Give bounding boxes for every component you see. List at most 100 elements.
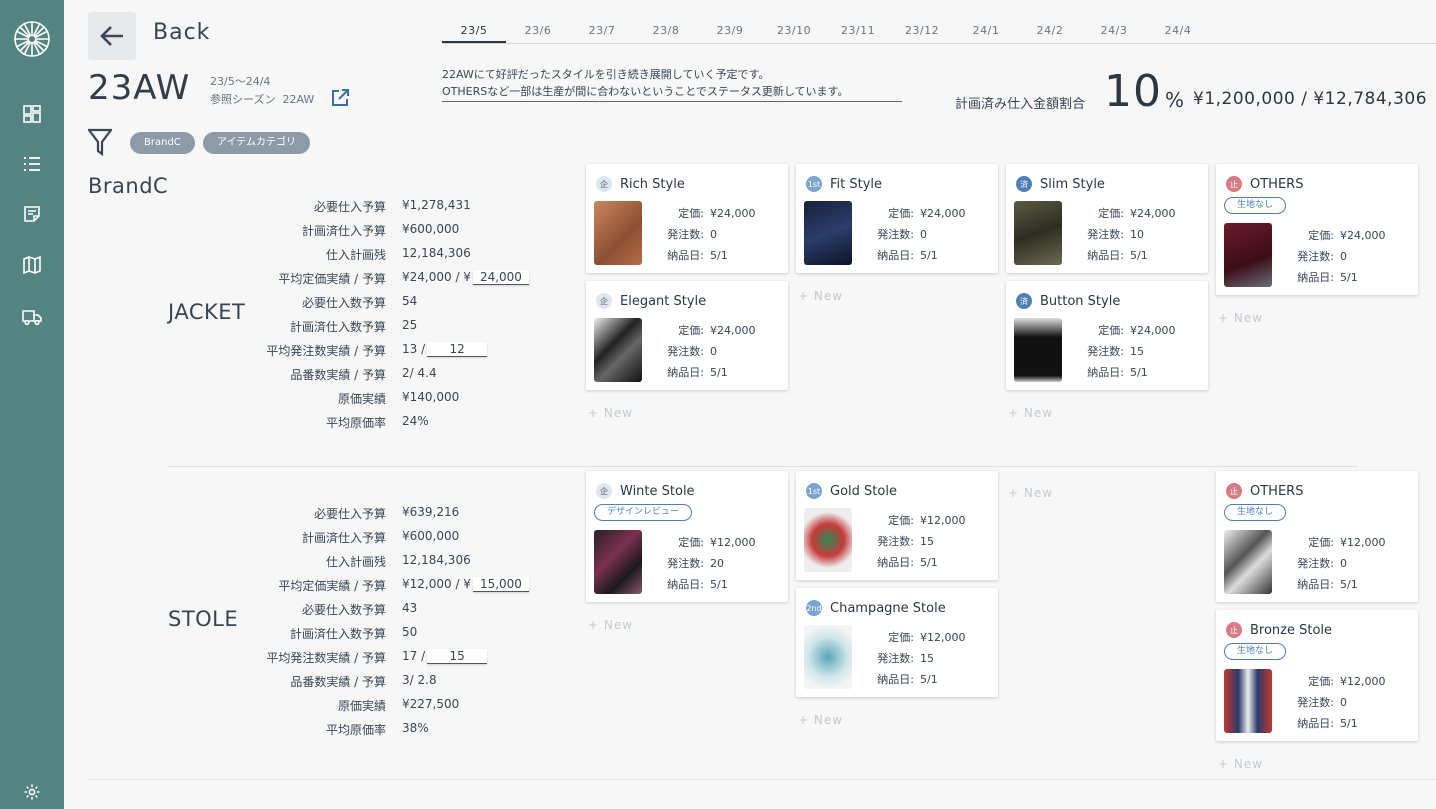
month-tab[interactable]: 24/3 [1082, 24, 1146, 37]
stat-label: 計画済仕入予算 [301, 224, 386, 238]
product-image [594, 530, 642, 594]
arrow-left-icon [100, 26, 123, 46]
stat-label: 平均原価率 [325, 416, 386, 430]
new-card-link[interactable]: + New [1218, 757, 1263, 771]
new-card-link[interactable]: + New [798, 289, 843, 303]
style-card[interactable]: 済 Slim Style 定価: ¥24,000 発注数: 10 納品日: 5/1 [1006, 164, 1208, 273]
month-tab[interactable]: 23/7 [570, 24, 634, 37]
style-card[interactable]: 済 Button Style 定価: ¥24,000 発注数: 15 納品日: 5/1 [1006, 281, 1208, 390]
card-field-orders: 発注数: 0 [1284, 248, 1347, 264]
field-value: ¥12,000 [920, 514, 966, 527]
month-tab[interactable]: 23/8 [634, 24, 698, 37]
back-button[interactable] [88, 12, 136, 60]
new-card-link[interactable]: + New [1008, 406, 1053, 420]
settings-gear-icon[interactable] [20, 780, 44, 804]
style-name: Champagne Stole [830, 600, 946, 616]
field-value: 0 [1340, 250, 1347, 263]
style-card[interactable]: 1st Fit Style 定価: ¥24,000 発注数: 0 納品日: 5/1 [796, 164, 998, 273]
status-badge: 2nd [806, 600, 822, 616]
field-value: 5/1 [1130, 366, 1148, 379]
stat-value: ¥140,000 [402, 390, 459, 404]
status-tag[interactable]: デザインレビュー [594, 504, 693, 521]
style-name: Gold Stole [830, 483, 897, 499]
field-label: 定価: [888, 207, 914, 220]
reference-season-value: 22AW [282, 93, 315, 106]
stat-budget-input[interactable]: 15,000 [472, 577, 529, 592]
product-image [804, 625, 852, 689]
field-label: 定価: [1098, 207, 1124, 220]
style-card[interactable]: 2nd Champagne Stole 定価: ¥12,000 発注数: 15 納品日: 5/… [796, 588, 998, 697]
stat-value-text: ¥227,500 [402, 697, 460, 711]
logo-icon[interactable] [13, 20, 51, 58]
style-card[interactable]: 止 OTHERS 生地なし 定価: ¥12,000 発注数: 0 納品日: 5/1 [1216, 471, 1418, 602]
card-field-price: 定価: ¥24,000 [1284, 227, 1386, 243]
stat-budget-input[interactable]: 12 [427, 342, 488, 357]
field-value: ¥12,000 [1340, 675, 1386, 688]
stat-budget-input[interactable]: 24,000 [472, 270, 529, 285]
month-tab[interactable]: 23/5 [442, 24, 506, 43]
style-card[interactable]: 止 OTHERS 生地なし 定価: ¥24,000 発注数: 0 納品日: 5/1 [1216, 164, 1418, 295]
style-card[interactable]: 企 Rich Style 定価: ¥24,000 発注数: 0 納品日: 5/1 [586, 164, 788, 273]
stat-label: 必要仕入数予算 [301, 603, 386, 617]
status-tag[interactable]: 生地なし [1224, 197, 1287, 214]
style-card[interactable]: 1st Gold Stole 定価: ¥12,000 発注数: 15 納品日: 5/1 [796, 471, 998, 580]
status-tag[interactable]: 生地なし [1224, 504, 1287, 521]
month-tab[interactable]: 23/12 [890, 24, 954, 37]
field-value: 0 [710, 228, 717, 241]
field-label: 発注数: [877, 535, 914, 548]
season-memo[interactable]: 22AWにて好評だったスタイルを引き続き展開していく予定です。 OTHERSなど… [442, 66, 902, 102]
field-label: 発注数: [667, 557, 704, 570]
new-card-link[interactable]: + New [798, 713, 843, 727]
stat-value-text: 25 [402, 318, 418, 332]
field-value: 15 [920, 535, 934, 548]
new-card-link[interactable]: + New [1008, 486, 1053, 500]
field-value: 10 [1130, 228, 1144, 241]
style-card[interactable]: 企 Winte Stole デザインレビュー 定価: ¥12,000 発注数: 20 納品日:… [586, 471, 788, 602]
status-badge: 企 [596, 176, 612, 192]
dashboard-icon[interactable] [20, 102, 44, 126]
planned-ratio-value: 10 [1104, 66, 1162, 117]
back-label[interactable]: Back [153, 20, 210, 45]
stat-value-text: ¥600,000 [402, 222, 460, 236]
month-tab[interactable]: 23/9 [698, 24, 762, 37]
field-label: 定価: [1308, 536, 1334, 549]
external-link-icon[interactable] [330, 88, 350, 112]
field-value: 20 [710, 557, 724, 570]
field-label: 納品日: [1297, 271, 1334, 284]
month-tab[interactable]: 24/1 [954, 24, 1018, 37]
filter-chip-brand[interactable]: BrandC [130, 132, 195, 154]
field-value: ¥24,000 [1340, 229, 1386, 242]
stat-label: 平均発注数実績 / 予算 [266, 344, 386, 358]
month-tab[interactable]: 23/10 [762, 24, 826, 37]
status-tag[interactable]: 生地なし [1224, 643, 1287, 660]
stat-value-text: 24% [402, 414, 429, 428]
stat-value-text: 17 / [402, 649, 426, 663]
filter-icon[interactable] [86, 128, 114, 160]
truck-icon[interactable] [20, 305, 44, 329]
field-value: 0 [710, 345, 717, 358]
list-icon[interactable] [20, 152, 44, 176]
memo-line-2: OTHERSなど一部は生産が間に合わないということでステータス更新しています。 [442, 85, 849, 98]
card-field-price: 定価: ¥24,000 [864, 205, 965, 221]
stat-value: 50 [402, 625, 417, 639]
note-icon[interactable] [20, 202, 44, 226]
field-label: 発注数: [1297, 696, 1334, 709]
new-card-link[interactable]: + New [588, 406, 633, 420]
new-card-link[interactable]: + New [1218, 311, 1263, 325]
style-card[interactable]: 止 Bronze Stole 生地なし 定価: ¥12,000 発注数: 0 納品日: 5/1 [1216, 610, 1418, 741]
stat-budget-input[interactable]: 15 [427, 649, 488, 664]
stat-value-text: ¥12,000 / ¥ [402, 577, 471, 591]
map-icon[interactable] [20, 253, 44, 277]
field-label: 納品日: [1087, 366, 1124, 379]
month-tab[interactable]: 24/2 [1018, 24, 1082, 37]
style-card[interactable]: 企 Elegant Style 定価: ¥24,000 発注数: 0 納品日: 5/1 [586, 281, 788, 390]
field-value: 5/1 [710, 249, 728, 262]
new-card-link[interactable]: + New [588, 618, 633, 632]
field-label: 納品日: [1297, 717, 1334, 730]
month-tab[interactable]: 24/4 [1146, 24, 1210, 37]
stat-label: 原価実績 [337, 699, 386, 713]
filter-chip-category[interactable]: アイテムカテゴリ [203, 132, 310, 154]
month-tab[interactable]: 23/6 [506, 24, 570, 37]
month-tab[interactable]: 23/11 [826, 24, 890, 37]
stat-value-text: 3/ 2.8 [402, 673, 437, 687]
